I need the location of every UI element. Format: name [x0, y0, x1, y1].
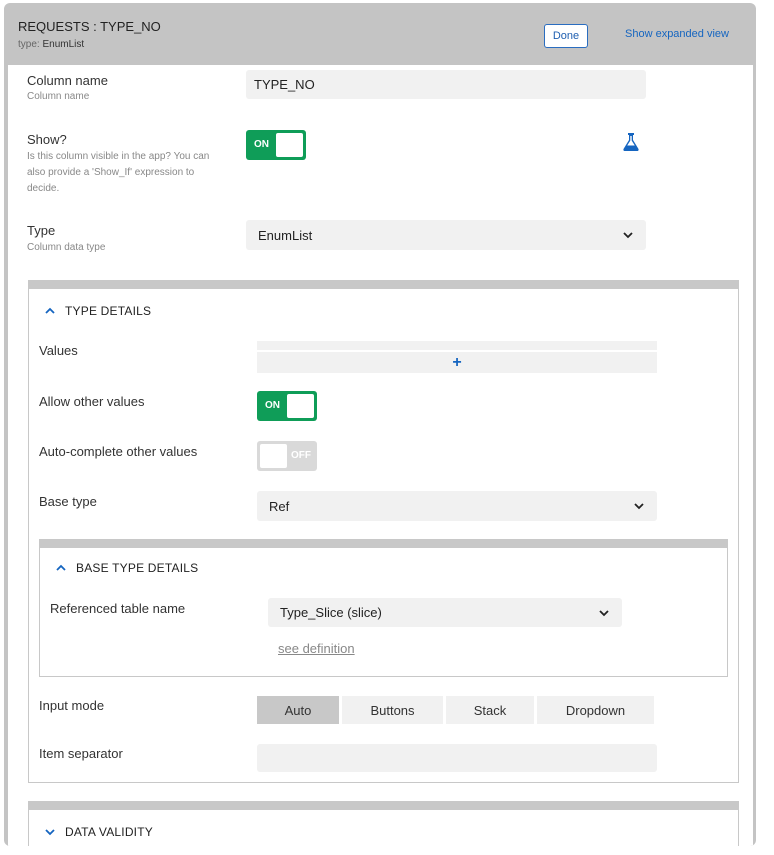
- column-settings-panel: Column name Column name TYPE_NO Show? Is…: [8, 65, 753, 846]
- type-select-value: EnumList: [258, 227, 313, 243]
- chevron-up-icon: [56, 564, 66, 571]
- column-editor-dialog: REQUESTS : TYPE_NO type: EnumList Done S…: [4, 3, 756, 846]
- allow-other-values-toggle[interactable]: ON: [257, 391, 317, 421]
- column-name-input[interactable]: TYPE_NO: [246, 70, 646, 99]
- allow-other-values-label: Allow other values: [39, 394, 145, 409]
- type-details-title: TYPE DETAILS: [65, 304, 152, 318]
- autocomplete-toggle-label: OFF: [291, 450, 311, 461]
- autocomplete-label: Auto-complete other values: [39, 444, 198, 459]
- item-separator-input[interactable]: [257, 744, 657, 772]
- values-label: Values: [39, 343, 78, 358]
- see-definition-link[interactable]: see definition: [278, 641, 355, 656]
- data-validity-header[interactable]: DATA VALIDITY: [45, 825, 153, 839]
- input-mode-stack[interactable]: Stack: [446, 696, 534, 724]
- input-mode-selector: Auto Buttons Stack Dropdown: [257, 696, 654, 724]
- show-expanded-view-link[interactable]: Show expanded view: [625, 28, 729, 40]
- done-button[interactable]: Done: [544, 24, 588, 48]
- input-mode-dropdown[interactable]: Dropdown: [537, 696, 654, 724]
- column-name-label: Column name: [27, 73, 108, 88]
- chevron-down-icon: [634, 503, 644, 510]
- input-mode-label: Input mode: [39, 698, 105, 713]
- show-toggle-label: ON: [254, 139, 269, 150]
- base-type-details-title: BASE TYPE DETAILS: [76, 561, 199, 575]
- add-value-button[interactable]: +: [257, 352, 657, 373]
- toggle-knob: [287, 394, 314, 418]
- chevron-down-icon: [599, 609, 609, 616]
- toggle-knob: [260, 444, 287, 468]
- item-separator-label: Item separator: [39, 746, 123, 761]
- toggle-knob: [276, 133, 303, 157]
- base-type-label: Base type: [39, 494, 97, 509]
- chevron-up-icon: [45, 307, 55, 314]
- data-validity-title: DATA VALIDITY: [65, 825, 153, 839]
- chevron-down-icon: [45, 829, 55, 836]
- type-details-section: TYPE DETAILS Values + Allow other values…: [28, 280, 739, 783]
- allow-other-toggle-label: ON: [265, 400, 280, 411]
- referenced-table-select[interactable]: Type_Slice (slice): [268, 598, 622, 627]
- autocomplete-toggle[interactable]: OFF: [257, 441, 317, 471]
- values-list: [257, 341, 657, 350]
- base-type-details-header[interactable]: BASE TYPE DETAILS: [56, 561, 198, 575]
- base-type-value: Ref: [269, 498, 290, 514]
- type-select[interactable]: EnumList: [246, 220, 646, 250]
- type-label: Type: [27, 223, 56, 238]
- chevron-down-icon: [623, 232, 633, 239]
- referenced-table-value: Type_Slice (slice): [280, 605, 382, 620]
- show-label: Show?: [27, 132, 67, 147]
- type-description: Column data type: [27, 242, 106, 253]
- column-name-description: Column name: [27, 91, 90, 102]
- input-mode-auto[interactable]: Auto: [257, 696, 339, 724]
- type-details-header[interactable]: TYPE DETAILS: [45, 304, 151, 318]
- data-validity-section: DATA VALIDITY: [28, 801, 739, 846]
- type-prefix: type:: [18, 39, 40, 50]
- referenced-table-label: Referenced table name: [50, 601, 186, 616]
- column-type-caption: type: EnumList: [18, 39, 84, 50]
- show-description: Is this column visible in the app? You c…: [27, 151, 210, 194]
- flask-icon[interactable]: [622, 132, 640, 152]
- type-value: EnumList: [42, 39, 85, 50]
- show-toggle[interactable]: ON: [246, 130, 306, 160]
- dialog-title: REQUESTS : TYPE_NO: [18, 19, 161, 34]
- base-type-details-section: BASE TYPE DETAILS Referenced table name …: [39, 539, 728, 677]
- dialog-header: REQUESTS : TYPE_NO type: EnumList Done S…: [4, 3, 756, 65]
- base-type-select[interactable]: Ref: [257, 491, 657, 521]
- input-mode-buttons[interactable]: Buttons: [342, 696, 443, 724]
- plus-icon: +: [452, 353, 462, 371]
